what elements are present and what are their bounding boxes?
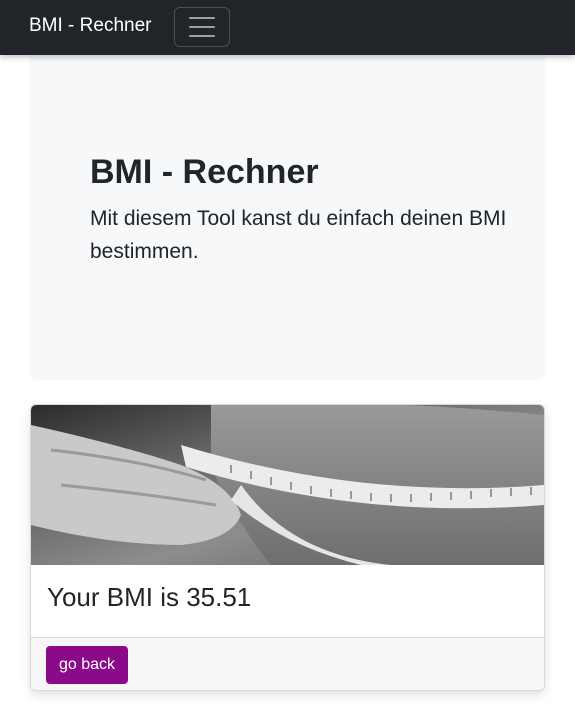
bmi-result-title: Your BMI is 35.51 [47, 582, 252, 612]
go-back-button[interactable]: go back [46, 646, 129, 684]
hamburger-menu-icon [189, 17, 215, 37]
card-footer: go back [31, 637, 544, 690]
hero-lead-text: Mit diesem Tool kanst du einfach deinen … [90, 207, 507, 263]
measuring-tape-waist-photo [31, 405, 544, 565]
navbar: BMI - Rechner [0, 0, 575, 55]
page-title: BMI - Rechner [90, 153, 319, 191]
navbar-toggler-button[interactable] [174, 7, 230, 47]
navbar-brand[interactable]: BMI - Rechner [29, 14, 151, 38]
hero-section: BMI - Rechner Mit diesem Tool kanst du e… [30, 55, 545, 380]
result-card: Your BMI is 35.51 go back [30, 404, 545, 691]
